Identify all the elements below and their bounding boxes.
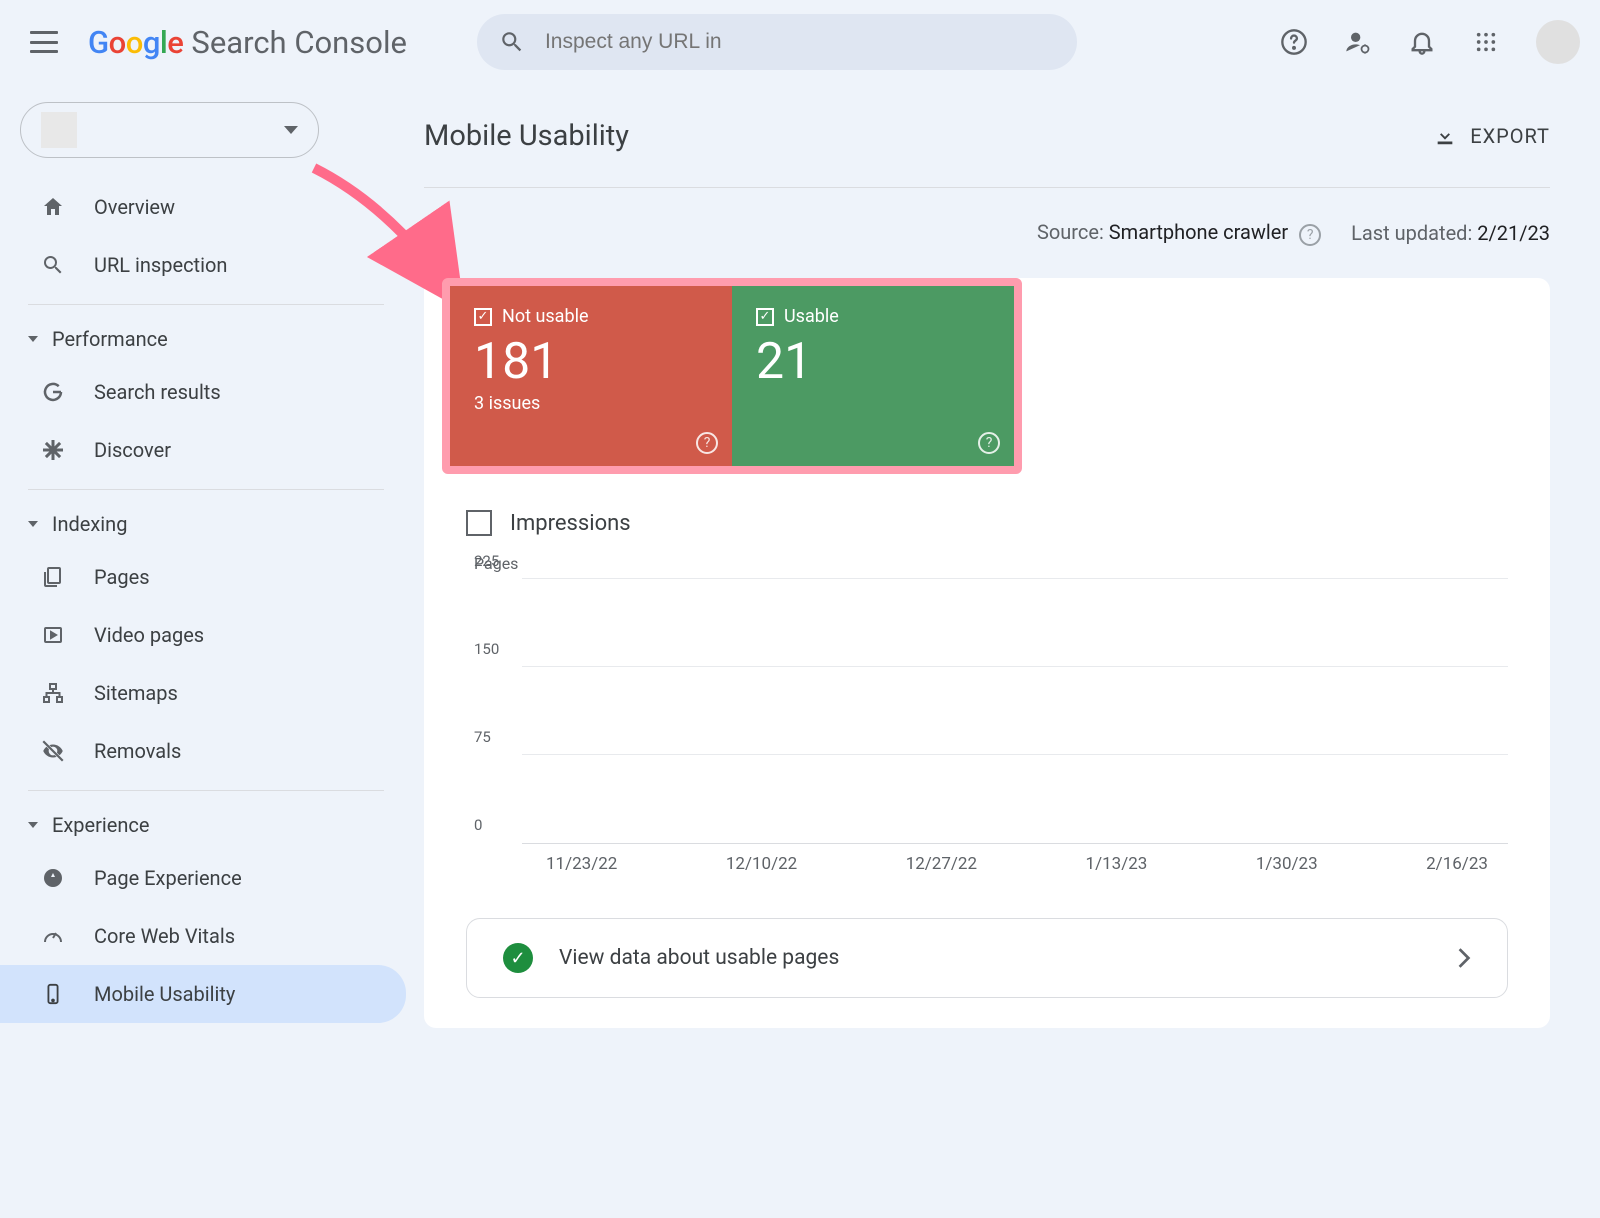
sidebar-item-url-inspection[interactable]: URL inspection	[0, 236, 406, 294]
asterisk-icon	[40, 437, 66, 463]
stat-count: 21	[756, 333, 990, 391]
menu-icon	[30, 31, 58, 53]
sidebar-section-experience[interactable]: Experience	[0, 801, 414, 849]
cwv-icon	[40, 923, 66, 949]
chevron-down-icon	[284, 126, 298, 134]
sidebar-item-label: URL inspection	[94, 253, 227, 277]
checkbox-icon	[756, 308, 774, 326]
sidebar-item-discover[interactable]: Discover	[0, 421, 406, 479]
sitemap-icon	[40, 680, 66, 706]
chevron-right-icon	[1457, 947, 1471, 969]
checkbox-icon	[474, 308, 492, 326]
video-icon	[40, 622, 66, 648]
apps-icon[interactable]	[1472, 28, 1500, 56]
download-icon	[1434, 125, 1456, 147]
menu-button[interactable]	[20, 21, 68, 63]
y-axis-title: Pages	[474, 554, 1508, 573]
sidebar-item-pages[interactable]: Pages	[0, 548, 406, 606]
caret-icon	[28, 336, 38, 342]
help-icon[interactable]: ?	[1299, 224, 1321, 246]
view-data-button[interactable]: ✓ View data about usable pages	[466, 918, 1508, 998]
pages-icon	[40, 564, 66, 590]
help-icon[interactable]: ?	[696, 432, 718, 454]
sidebar-item-sitemaps[interactable]: Sitemaps	[0, 664, 406, 722]
check-circle-icon: ✓	[503, 943, 533, 973]
people-settings-icon[interactable]	[1344, 28, 1372, 56]
sidebar-section-indexing[interactable]: Indexing	[0, 500, 414, 548]
stats-highlight: Not usable 181 3 issues ? Usable 21 ?	[442, 278, 1022, 474]
sidebar-section-performance[interactable]: Performance	[0, 315, 414, 363]
help-icon[interactable]: ?	[978, 432, 1000, 454]
sidebar-item-page-experience[interactable]: Page Experience	[0, 849, 406, 907]
sidebar-item-label: Overview	[94, 195, 175, 219]
search-icon	[40, 252, 66, 278]
search-input[interactable]	[545, 30, 1055, 54]
help-icon[interactable]	[1280, 28, 1308, 56]
search-icon	[499, 29, 525, 55]
page-experience-icon	[40, 865, 66, 891]
sidebar-item-mobile-usability[interactable]: Mobile Usability	[0, 965, 406, 1023]
google-logo: Google	[88, 24, 183, 61]
product-name: Search Console	[191, 24, 407, 61]
stat-sub: 3 issues	[474, 393, 708, 414]
caret-icon	[28, 822, 38, 828]
property-selector[interactable]	[20, 102, 319, 158]
impressions-checkbox[interactable]	[466, 510, 492, 536]
sidebar-item-overview[interactable]: Overview	[0, 178, 406, 236]
sidebar-item-cwv[interactable]: Core Web Vitals	[0, 907, 406, 965]
sidebar-item-search-results[interactable]: Search results	[0, 363, 406, 421]
logo: Google Search Console	[88, 24, 407, 61]
chart: Pages 225 150 75 0 11/23/22 12/10/22 12/…	[466, 554, 1508, 874]
mobile-icon	[40, 981, 66, 1007]
notifications-icon[interactable]	[1408, 28, 1436, 56]
export-label: EXPORT	[1470, 124, 1550, 148]
avatar[interactable]	[1536, 20, 1580, 64]
updated-info: Last updated: 2/21/23	[1351, 221, 1550, 245]
caret-icon	[28, 521, 38, 527]
search-bar[interactable]	[477, 14, 1077, 70]
page-title: Mobile Usability	[424, 119, 629, 153]
home-icon	[40, 194, 66, 220]
property-thumb	[41, 112, 77, 148]
source-info: Source: Smartphone crawler ?	[1037, 220, 1321, 246]
stat-count: 181	[474, 333, 708, 391]
g-icon	[40, 379, 66, 405]
export-button[interactable]: EXPORT	[1434, 124, 1550, 148]
stat-not-usable[interactable]: Not usable 181 3 issues ?	[450, 286, 732, 466]
sidebar-item-video-pages[interactable]: Video pages	[0, 606, 406, 664]
impressions-label: Impressions	[510, 511, 631, 536]
stat-usable[interactable]: Usable 21 ?	[732, 286, 1014, 466]
removals-icon	[40, 738, 66, 764]
sidebar-item-removals[interactable]: Removals	[0, 722, 406, 780]
